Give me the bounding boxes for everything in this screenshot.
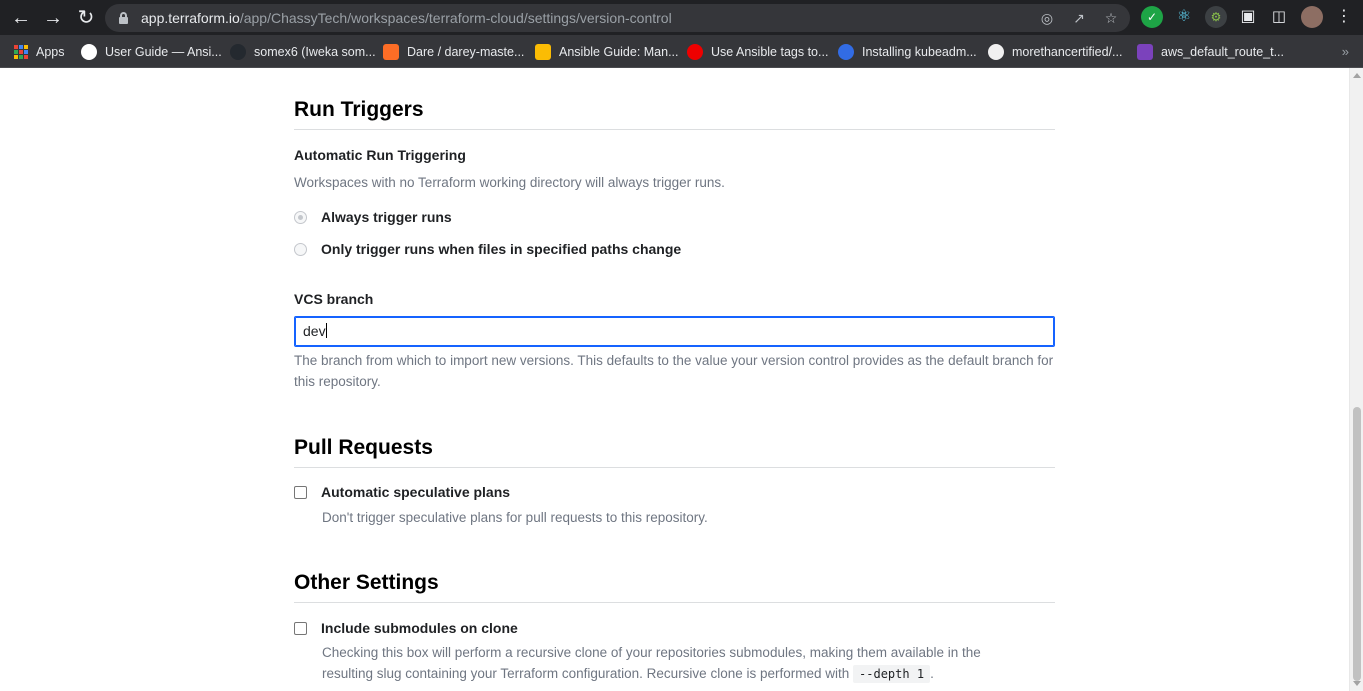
profile-avatar[interactable]	[1301, 6, 1323, 28]
radio-button[interactable]	[294, 210, 307, 224]
bookmark-item[interactable]: Use Ansible tags to...	[687, 42, 828, 62]
eye-off-icon[interactable]: ◎	[1037, 8, 1057, 28]
scroll-down-arrow-icon[interactable]	[1353, 681, 1361, 686]
scroll-up-arrow-icon[interactable]	[1353, 73, 1361, 78]
menu-dots-icon[interactable]: ⋮	[1333, 6, 1355, 28]
other-settings-section: Other Settings	[294, 571, 1055, 603]
react-devtools-icon[interactable]: ⚛	[1173, 6, 1195, 28]
scroll-thumb[interactable]	[1353, 407, 1361, 681]
vcs-branch-label: VCS branch	[294, 291, 374, 307]
radio-paths-trigger[interactable]: Only trigger runs when files in specifie…	[294, 241, 1055, 257]
lock-icon	[119, 12, 128, 24]
url-text[interactable]: app.terraform.io/app/ChassyTech/workspac…	[141, 10, 672, 26]
puzzle-extensions-icon[interactable]: ▣	[1237, 6, 1259, 28]
submodules-checkbox[interactable]	[294, 621, 307, 635]
bookmark-item[interactable]: Ansible Guide: Man...	[535, 42, 679, 62]
check-extension-icon[interactable]: ✓	[1141, 6, 1163, 28]
bookmark-item[interactable]: somex6 (Iweka som...	[230, 42, 376, 62]
bookmark-apps[interactable]: Apps	[14, 42, 65, 62]
section-title: Other Settings	[294, 571, 439, 594]
settings-page: Run Triggers Automatic Run Triggering Wo…	[0, 68, 1349, 691]
bookmark-item[interactable]: morethancertified/...	[988, 42, 1122, 62]
pull-requests-section: Pull Requests	[294, 436, 1055, 468]
bookmark-item[interactable]: Installing kubeadm...	[838, 42, 977, 62]
submodules-checkbox-row[interactable]: Include submodules on clone	[294, 620, 1055, 636]
run-triggers-section: Run Triggers	[294, 98, 1055, 130]
share-icon[interactable]: ↗	[1069, 8, 1089, 28]
star-icon[interactable]: ☆	[1101, 8, 1121, 28]
browser-toolbar: ← → ↻ app.terraform.io/app/ChassyTech/wo…	[0, 0, 1363, 35]
chevron-more-icon[interactable]: »	[1342, 44, 1349, 59]
divider	[294, 129, 1055, 130]
reload-icon[interactable]: ↻	[73, 5, 99, 31]
lightbulb-icon	[535, 44, 551, 60]
gitlab-icon	[383, 44, 399, 60]
github-icon	[230, 44, 246, 60]
vcs-branch-help: The branch from which to import new vers…	[294, 353, 1054, 389]
bookmark-item[interactable]: Dare / darey-maste...	[383, 42, 524, 62]
github-icon	[988, 44, 1004, 60]
back-arrow-icon[interactable]: ←	[8, 5, 34, 31]
divider	[294, 602, 1055, 603]
section-title: Run Triggers	[294, 98, 424, 121]
radio-always-trigger[interactable]: Always trigger runs	[294, 209, 1055, 225]
radio-button[interactable]	[294, 242, 307, 256]
terraform-icon	[1137, 44, 1153, 60]
speculative-plans-help: Don't trigger speculative plans for pull…	[322, 510, 708, 525]
divider	[294, 467, 1055, 468]
globe-icon	[81, 44, 97, 60]
bookmark-item[interactable]: User Guide — Ansi...	[81, 42, 222, 62]
bookmarks-bar: Apps User Guide — Ansi... somex6 (Iweka …	[0, 35, 1363, 68]
section-title: Pull Requests	[294, 436, 433, 459]
depth-code: --depth 1	[853, 665, 931, 683]
speculative-plans-checkbox[interactable]	[294, 485, 307, 499]
forward-arrow-icon[interactable]: →	[40, 5, 66, 31]
page-scrollbar[interactable]	[1349, 68, 1363, 691]
apps-grid-icon	[14, 45, 28, 59]
auto-run-label: Automatic Run Triggering	[294, 147, 466, 163]
side-panel-icon[interactable]: ◫	[1268, 6, 1290, 28]
kubernetes-icon	[838, 44, 854, 60]
text-caret	[325, 323, 327, 338]
submodules-help: Checking this box will perform a recursi…	[322, 645, 981, 683]
extension-badge-icon[interactable]: ⚙	[1205, 6, 1227, 28]
speculative-plans-checkbox-row[interactable]: Automatic speculative plans	[294, 484, 1055, 500]
auto-run-help: Workspaces with no Terraform working dir…	[294, 175, 725, 190]
address-bar[interactable]: app.terraform.io/app/ChassyTech/workspac…	[105, 4, 1130, 32]
vcs-branch-input[interactable]: dev	[294, 316, 1055, 347]
bookmark-item[interactable]: aws_default_route_t...	[1137, 42, 1284, 62]
redhat-icon	[687, 44, 703, 60]
